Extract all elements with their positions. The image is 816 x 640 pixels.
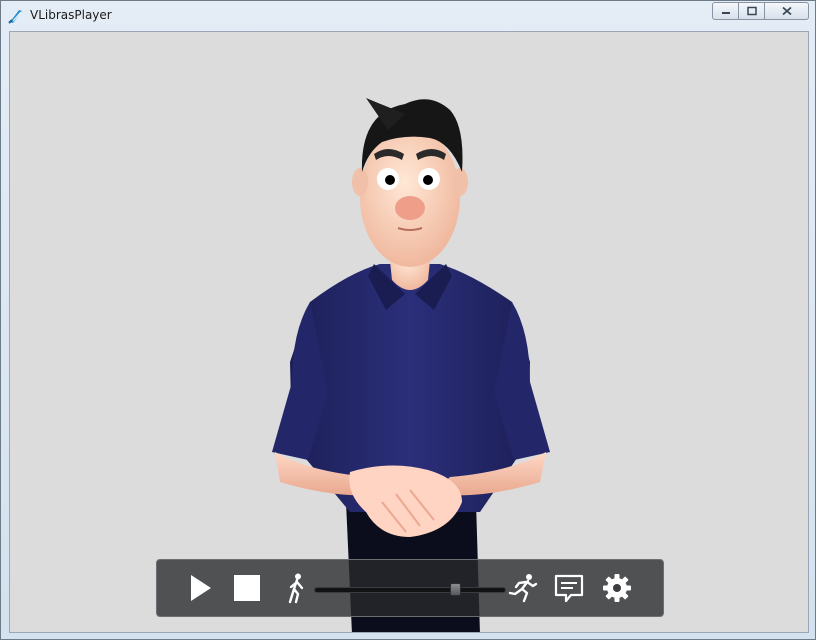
speed-slider[interactable] bbox=[314, 587, 506, 593]
minimize-button[interactable] bbox=[712, 2, 739, 20]
subtitle-button[interactable] bbox=[553, 572, 585, 604]
vlibras-hand-icon bbox=[8, 10, 22, 24]
play-icon bbox=[191, 575, 211, 601]
avatar-character bbox=[272, 98, 550, 632]
maximize-button[interactable] bbox=[739, 2, 765, 20]
window-title: VLibrasPlayer bbox=[30, 8, 112, 22]
player-control-bar bbox=[156, 559, 664, 617]
play-button[interactable] bbox=[184, 572, 216, 604]
title-bar[interactable]: VLibrasPlayer bbox=[1, 1, 815, 31]
settings-button[interactable] bbox=[601, 572, 633, 604]
avatar-viewport[interactable] bbox=[9, 31, 809, 633]
close-icon bbox=[781, 6, 792, 16]
stop-button[interactable] bbox=[231, 572, 263, 604]
speed-slider-thumb[interactable] bbox=[449, 583, 461, 596]
stop-icon bbox=[234, 575, 260, 601]
caption-buttons bbox=[712, 2, 809, 21]
running-person-icon bbox=[508, 574, 538, 603]
walking-person-icon bbox=[288, 573, 304, 604]
minimize-icon bbox=[721, 12, 730, 14]
close-button[interactable] bbox=[765, 2, 809, 20]
maximize-icon bbox=[746, 6, 757, 16]
app-window: VLibrasPlayer bbox=[0, 0, 816, 640]
